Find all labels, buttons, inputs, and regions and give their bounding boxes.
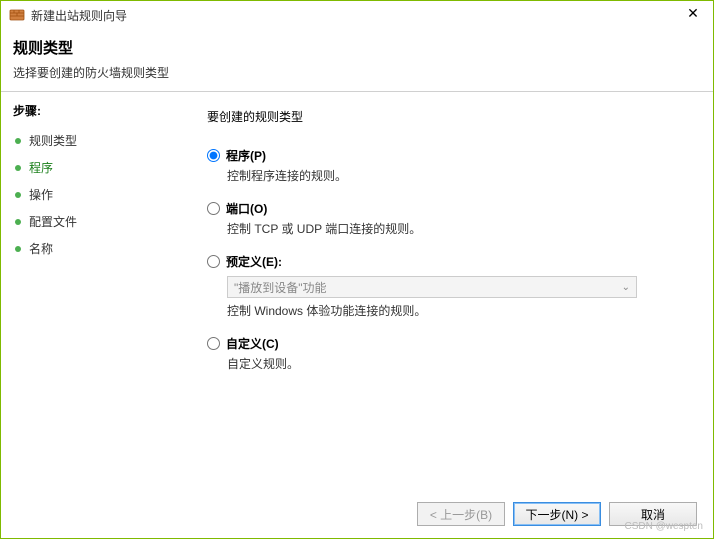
step-action[interactable]: 操作: [13, 181, 169, 208]
step-label: 操作: [29, 186, 53, 203]
rule-type-options: 程序(P) 控制程序连接的规则。 端口(O) 控制 TCP 或 UDP 端口连接…: [207, 147, 689, 372]
steps-heading: 步骤:: [13, 102, 169, 119]
radio-label: 端口(O): [226, 200, 267, 217]
step-label: 规则类型: [29, 132, 77, 149]
bullet-icon: [15, 138, 21, 144]
option-custom: 自定义(C) 自定义规则。: [207, 335, 689, 372]
titlebar: 新建出站规则向导 ✕: [1, 1, 713, 29]
steps-sidebar: 步骤: 规则类型 程序 操作 配置文件 名称: [1, 92, 179, 512]
radio-custom[interactable]: 自定义(C): [207, 335, 689, 352]
close-button[interactable]: ✕: [679, 3, 707, 23]
option-desc: 控制程序连接的规则。: [227, 167, 689, 184]
bullet-icon: [15, 246, 21, 252]
radio-program[interactable]: 程序(P): [207, 147, 689, 164]
radio-predefined-input[interactable]: [207, 255, 220, 268]
dropdown-selected: "播放到设备"功能: [234, 279, 327, 296]
close-icon: ✕: [687, 5, 699, 22]
next-button[interactable]: 下一步(N) >: [513, 502, 601, 526]
option-desc: 自定义规则。: [227, 355, 689, 372]
option-port: 端口(O) 控制 TCP 或 UDP 端口连接的规则。: [207, 200, 689, 237]
option-program: 程序(P) 控制程序连接的规则。: [207, 147, 689, 184]
option-predefined: 预定义(E): "播放到设备"功能 ⌄ 控制 Windows 体验功能连接的规则…: [207, 253, 689, 319]
radio-label: 预定义(E):: [226, 253, 282, 270]
rule-type-prompt: 要创建的规则类型: [207, 108, 689, 125]
window-title: 新建出站规则向导: [31, 7, 127, 24]
option-desc: 控制 Windows 体验功能连接的规则。: [227, 302, 689, 319]
radio-program-input[interactable]: [207, 149, 220, 162]
step-label: 名称: [29, 240, 53, 257]
predefined-dropdown[interactable]: "播放到设备"功能 ⌄: [227, 276, 637, 298]
back-button[interactable]: < 上一步(B): [417, 502, 505, 526]
bullet-icon: [15, 219, 21, 225]
bullet-icon: [15, 192, 21, 198]
page-title: 规则类型: [13, 37, 701, 58]
cancel-button[interactable]: 取消: [609, 502, 697, 526]
main-panel: 要创建的规则类型 程序(P) 控制程序连接的规则。 端口(O) 控制 TCP 或…: [179, 92, 713, 512]
step-label: 配置文件: [29, 213, 77, 230]
radio-label: 自定义(C): [226, 335, 279, 352]
step-program[interactable]: 程序: [13, 154, 169, 181]
page-subtitle: 选择要创建的防火墙规则类型: [13, 64, 701, 81]
radio-port[interactable]: 端口(O): [207, 200, 689, 217]
wizard-header: 规则类型 选择要创建的防火墙规则类型: [1, 29, 713, 91]
radio-predefined[interactable]: 预定义(E):: [207, 253, 689, 270]
step-profile[interactable]: 配置文件: [13, 208, 169, 235]
chevron-down-icon: ⌄: [622, 282, 630, 293]
step-rule-type[interactable]: 规则类型: [13, 127, 169, 154]
option-desc: 控制 TCP 或 UDP 端口连接的规则。: [227, 220, 689, 237]
wizard-body: 步骤: 规则类型 程序 操作 配置文件 名称 要创建的规则类型: [1, 92, 713, 512]
step-label: 程序: [29, 159, 53, 176]
radio-label: 程序(P): [226, 147, 266, 164]
firewall-icon: [9, 7, 25, 23]
bullet-icon: [15, 165, 21, 171]
wizard-footer: < 上一步(B) 下一步(N) > 取消: [417, 502, 697, 526]
step-name[interactable]: 名称: [13, 235, 169, 262]
radio-custom-input[interactable]: [207, 337, 220, 350]
radio-port-input[interactable]: [207, 202, 220, 215]
